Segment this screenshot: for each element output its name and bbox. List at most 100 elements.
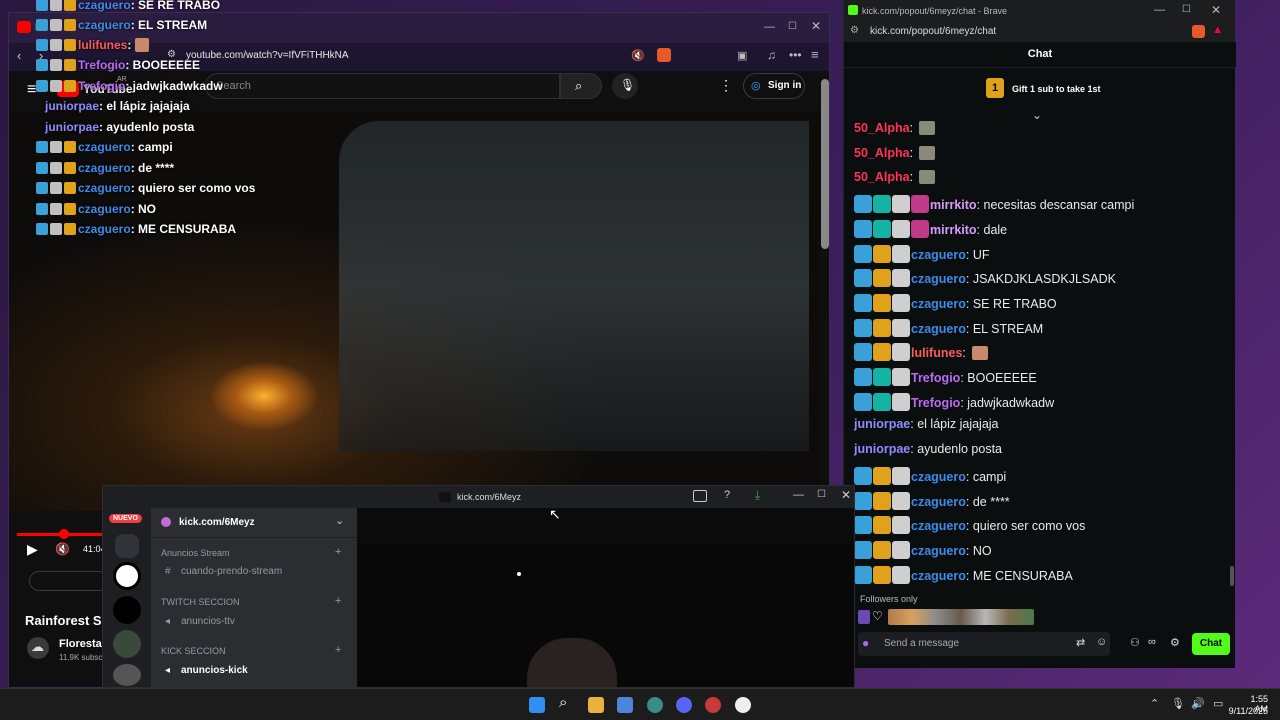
microphone-icon[interactable]: ● <box>862 636 869 650</box>
kick-chat-message[interactable]: 50_Alpha: <box>854 170 936 185</box>
maximize-icon[interactable]: ☐ <box>817 489 826 500</box>
channel-anuncios-ttv[interactable]: anuncios-ttv <box>181 616 235 627</box>
emoji-icon[interactable]: ☺ <box>1096 636 1107 648</box>
kick-chat-message[interactable]: czaguero: UF <box>854 244 990 263</box>
kick-chat-message[interactable]: 50_Alpha: <box>854 121 936 135</box>
add-channel-icon[interactable]: + <box>335 644 341 656</box>
kick-chat-username[interactable]: czaguero <box>911 322 966 336</box>
sign-in-button[interactable]: ◎ Sign in <box>743 73 805 99</box>
kick-chat-message[interactable]: czaguero: NO <box>854 540 992 559</box>
kick-chat-username[interactable]: lulifunes <box>911 346 962 360</box>
mute-tab-icon[interactable]: 🔇 <box>631 49 645 62</box>
close-icon[interactable]: ✕ <box>1211 3 1221 17</box>
hamburger-icon[interactable]: ≡ <box>27 81 36 99</box>
search-box[interactable]: Search <box>205 73 560 99</box>
extensions-icon[interactable]: ••• <box>789 48 802 62</box>
emote-quick-bar[interactable]: ♡ <box>858 608 1038 626</box>
channel-avatar[interactable]: ☁ <box>27 637 49 659</box>
kick-chat-username[interactable]: juniorpae <box>854 442 910 456</box>
kick-chat-message[interactable]: czaguero: JSAKDJKLASDKJLSADK <box>854 269 1116 288</box>
brave-shields-icon[interactable] <box>1192 25 1205 38</box>
send-message-input[interactable]: Send a message <box>884 638 959 649</box>
kick-chat-message[interactable]: Trefogio: jadwjkadwkadw <box>854 392 1054 411</box>
emote-strip[interactable] <box>888 609 1034 625</box>
screen-share-icon[interactable] <box>693 490 707 502</box>
channel-anuncios-kick[interactable]: anuncios-kick <box>181 665 248 676</box>
microphone-icon[interactable]: 🎙 <box>1171 697 1185 710</box>
kick-chat-message[interactable]: czaguero: ME CENSURABA <box>854 565 1073 584</box>
chevron-down-icon[interactable]: ⌄ <box>335 514 344 527</box>
settings-dots-icon[interactable]: ⋮ <box>719 77 733 94</box>
server-icon[interactable] <box>113 664 141 686</box>
kick-chat-username[interactable]: czaguero <box>911 495 966 509</box>
help-icon[interactable]: ? <box>724 489 730 501</box>
windows-start-icon[interactable] <box>529 697 545 713</box>
kick-chat-message[interactable]: juniorpae: el lápiz jajajaja <box>854 417 999 431</box>
kick-chat-message[interactable]: mirrkito: dale <box>854 219 1007 238</box>
obs-icon[interactable] <box>735 697 751 713</box>
music-icon[interactable]: ♫ <box>767 48 776 62</box>
add-channel-icon[interactable]: + <box>335 546 341 558</box>
file-explorer-icon[interactable] <box>588 697 604 713</box>
kick-chat-username[interactable]: czaguero <box>911 544 966 558</box>
channel-name[interactable]: Floresta <box>59 638 102 650</box>
kick-chat-message[interactable]: czaguero: campi <box>854 466 1006 485</box>
server-icon[interactable] <box>113 562 141 590</box>
category-kick-seccion[interactable]: KICK SECCION <box>161 646 226 656</box>
comment-box[interactable] <box>29 571 109 591</box>
maximize-icon[interactable]: ☐ <box>788 21 797 32</box>
voice-search-button[interactable]: 🎙 <box>612 73 638 99</box>
menu-icon[interactable]: ≡ <box>811 47 819 62</box>
youtube-url[interactable]: youtube.com/watch?v=IfVFiTHHkNA <box>186 50 349 61</box>
users-icon[interactable]: ⚇ <box>1130 636 1140 649</box>
kick-chat-username[interactable]: czaguero <box>911 519 966 533</box>
chevron-up-icon[interactable]: ⌃ <box>1150 697 1159 710</box>
minimize-icon[interactable]: — <box>764 21 775 33</box>
kick-chat-username[interactable]: czaguero <box>911 272 966 286</box>
heart-icon[interactable]: ♡ <box>872 609 883 623</box>
youtube-scrollbar[interactable] <box>821 79 829 249</box>
pinned-collapse-icon[interactable]: ⌄ <box>1032 108 1042 122</box>
kick-chat-username[interactable]: mirrkito <box>930 198 977 212</box>
kick-chat-username[interactable]: czaguero <box>911 248 966 262</box>
kick-chat-username[interactable]: czaguero <box>911 470 966 484</box>
send-chat-button[interactable]: Chat <box>1192 633 1230 655</box>
kick-chat-username[interactable]: Trefogio <box>911 371 960 385</box>
back-icon[interactable]: ‹ <box>17 48 21 63</box>
kick-chat-username[interactable]: juniorpae <box>854 417 910 431</box>
brave-url[interactable]: kick.com/popout/6meyz/chat <box>870 26 996 37</box>
kick-chat-username[interactable]: 50_Alpha <box>854 170 910 184</box>
kick-chat-username[interactable]: 50_Alpha <box>854 146 910 160</box>
kick-chat-message[interactable]: juniorpae: ayudenlo posta <box>854 442 1002 456</box>
send-message-box[interactable]: ● Send a message ⇄ ☺ <box>858 632 1110 656</box>
channel-cuando-prendo-stream[interactable]: cuando-prendo-stream <box>181 566 282 577</box>
reader-icon[interactable]: ▣ <box>737 49 747 62</box>
minimize-icon[interactable]: — <box>1154 4 1165 16</box>
kick-chat-username[interactable]: czaguero <box>911 297 966 311</box>
network-icon[interactable]: ▭ <box>1213 697 1223 710</box>
video-title[interactable]: Rainforest Sh <box>25 613 110 628</box>
site-settings-icon[interactable]: ⚙ <box>850 25 859 36</box>
kick-chat-message[interactable]: mirrkito: necesitas descansar campi <box>854 195 1134 214</box>
close-icon[interactable]: ✕ <box>841 488 851 502</box>
server-header[interactable]: kick.com/6Meyz ⌄ <box>151 508 357 538</box>
translate-icon[interactable]: ⇄ <box>1076 636 1085 649</box>
browser-icon[interactable] <box>647 697 663 713</box>
search-button[interactable]: ⌕ <box>560 73 602 99</box>
progress-scrubber[interactable] <box>59 529 69 539</box>
category-twitch-seccion[interactable]: TWITCH SECCION <box>161 597 240 607</box>
kick-chat-message[interactable]: czaguero: SE RE TRABO <box>854 293 1057 312</box>
download-icon[interactable]: ⤓ <box>755 488 760 503</box>
kick-chat-username[interactable]: 50_Alpha <box>854 121 910 135</box>
kick-chat-username[interactable]: Trefogio <box>911 396 960 410</box>
settings-icon[interactable]: ⚙ <box>1170 636 1180 649</box>
server-icon[interactable] <box>113 630 141 658</box>
speaker-icon[interactable]: 🔊 <box>1191 697 1205 710</box>
kick-chat-message[interactable]: Trefogio: BOOEEEEE <box>854 368 1037 386</box>
kick-chat-message[interactable]: czaguero: EL STREAM <box>854 318 1043 337</box>
brave-shields-icon[interactable] <box>657 48 671 62</box>
direct-messages-icon[interactable] <box>115 534 139 558</box>
app-icon[interactable] <box>705 697 721 713</box>
kick-chat-username[interactable]: czaguero <box>911 569 966 583</box>
maximize-icon[interactable]: ☐ <box>1182 4 1191 15</box>
